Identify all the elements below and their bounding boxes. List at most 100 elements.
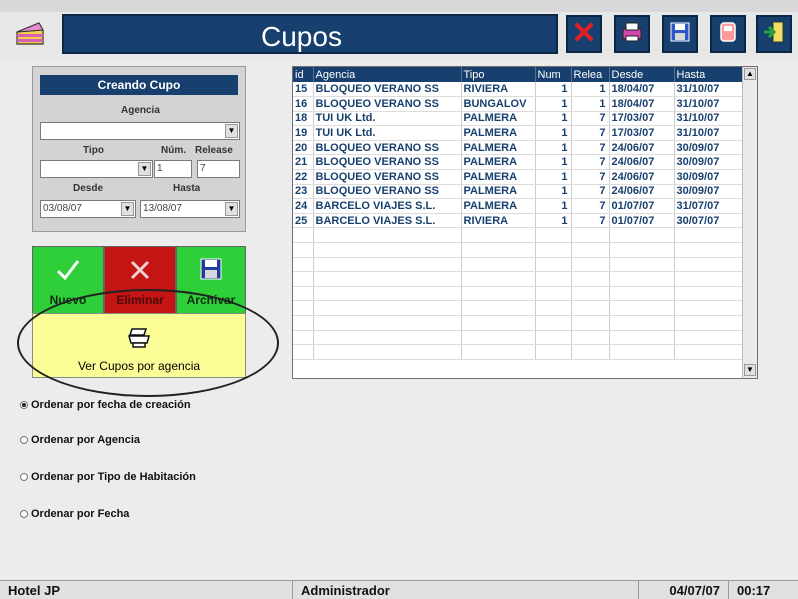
radio-icon[interactable] <box>20 436 28 444</box>
table-cell <box>674 271 744 287</box>
document-button[interactable] <box>710 15 746 53</box>
tipo-label: Tipo <box>83 145 104 156</box>
chevron-down-icon[interactable]: ▼ <box>121 202 134 216</box>
doc-icon <box>717 21 739 48</box>
save-button[interactable] <box>662 15 698 53</box>
table-cell: BARCELO VIAJES S.L. <box>313 198 462 214</box>
table-row-empty[interactable] <box>293 227 744 244</box>
column-header-hasta[interactable]: Hasta <box>674 67 744 82</box>
sort-option-agencia[interactable]: Ordenar por Agencia <box>20 434 140 446</box>
floppy-disk-icon <box>177 257 245 281</box>
table-cell: BLOQUEO VERANO SS <box>313 140 462 156</box>
table-row[interactable]: 24 BARCELO VIAJES S.L. PALMERA 1 7 01/07/07 31… <box>293 198 744 214</box>
archivar-button[interactable]: Archivar <box>176 246 246 314</box>
table-cell <box>293 330 314 346</box>
table-cell: 1 <box>535 169 572 185</box>
column-header-id[interactable]: id <box>293 67 314 82</box>
table-cell: 20 <box>293 140 314 156</box>
ver-cupos-por-agencia-button[interactable]: Ver Cupos por agencia <box>32 313 246 378</box>
table-cell <box>674 315 744 331</box>
table-cell: 7 <box>571 154 610 171</box>
tipo-select[interactable]: ▼ <box>40 160 153 178</box>
chevron-down-icon[interactable]: ▼ <box>225 202 238 216</box>
table-row[interactable]: 23 BLOQUEO VERANO SS PALMERA 1 7 24/06/07 30/0… <box>293 184 744 200</box>
release-input[interactable]: 7 <box>197 160 240 178</box>
nuevo-button[interactable]: Nuevo <box>32 246 104 314</box>
table-row-empty[interactable] <box>293 271 744 287</box>
print-icon <box>620 21 644 48</box>
table-row[interactable]: 19 TUI UK Ltd. PALMERA 1 7 17/03/07 31/10/07 <box>293 125 744 141</box>
table-row-empty[interactable] <box>293 257 744 273</box>
hasta-date-picker[interactable]: 13/08/07 ▼ <box>140 200 240 218</box>
table-cell <box>571 315 610 331</box>
delete-button[interactable] <box>566 15 602 53</box>
column-header-desde[interactable]: Desde <box>609 67 675 82</box>
column-header-release[interactable]: Relea <box>571 67 610 82</box>
num-input[interactable]: 1 <box>154 160 192 178</box>
radio-selected-icon[interactable] <box>20 401 28 409</box>
column-header-num[interactable]: Num <box>535 67 572 82</box>
table-cell: 01/07/07 <box>609 198 675 214</box>
table-row[interactable]: 21 BLOQUEO VERANO SS PALMERA 1 7 24/06/07 30/0… <box>293 154 744 171</box>
table-cell <box>313 227 462 244</box>
table-row[interactable]: 15 BLOQUEO VERANO SS RIVIERA 1 1 18/04/07 31/1… <box>293 82 744 98</box>
table-cell <box>535 286 572 302</box>
exit-button[interactable] <box>756 15 792 53</box>
print-button[interactable] <box>614 15 650 53</box>
table-row-empty[interactable] <box>293 242 744 258</box>
table-cell: PALMERA <box>461 154 536 171</box>
table-header-row: id Agencia Tipo Num Relea Desde Hasta <box>293 67 744 82</box>
sort-option-tipo-habitacion[interactable]: Ordenar por Tipo de Habitación <box>20 471 196 483</box>
chevron-down-icon[interactable]: ▼ <box>225 124 238 138</box>
desde-date-picker[interactable]: 03/08/07 ▼ <box>40 200 136 218</box>
table-cell <box>674 300 744 316</box>
table-scrollbar[interactable]: ▲ ▼ <box>742 67 757 378</box>
agencia-select[interactable]: ▼ <box>40 122 240 140</box>
column-header-tipo[interactable]: Tipo <box>461 67 536 82</box>
table-cell <box>293 227 314 244</box>
table-row-empty[interactable] <box>293 300 744 316</box>
table-cell <box>461 344 536 360</box>
table-cell <box>571 227 610 244</box>
table-cell <box>535 242 572 258</box>
radio-icon[interactable] <box>20 473 28 481</box>
chevron-down-icon[interactable]: ▼ <box>138 162 151 176</box>
table-cell <box>313 315 462 331</box>
table-cell: BARCELO VIAJES S.L. <box>313 213 462 229</box>
table-cell <box>461 300 536 316</box>
table-row[interactable]: 16 BLOQUEO VERANO SS BUNGALOV 1 1 18/04/07 31/… <box>293 96 744 112</box>
table-cell <box>674 286 744 302</box>
hasta-label: Hasta <box>173 183 201 194</box>
table-row-empty[interactable] <box>293 330 744 346</box>
table-row[interactable]: 22 BLOQUEO VERANO SS PALMERA 1 7 24/06/07 30/0… <box>293 169 744 185</box>
eliminar-label: Eliminar <box>116 293 164 307</box>
table-row[interactable]: 18 TUI UK Ltd. PALMERA 1 7 17/03/07 31/10/07 <box>293 111 744 127</box>
sort-option-fecha[interactable]: Ordenar por Fecha <box>20 508 129 520</box>
cupos-table[interactable]: id Agencia Tipo Num Relea Desde Hasta 15… <box>292 66 758 379</box>
table-cell <box>571 271 610 287</box>
scroll-up-icon[interactable]: ▲ <box>744 68 756 80</box>
table-cell <box>609 286 675 302</box>
table-cell: BLOQUEO VERANO SS <box>313 169 462 185</box>
table-row-empty[interactable] <box>293 286 744 302</box>
table-cell <box>571 300 610 316</box>
table-row-empty[interactable] <box>293 315 744 331</box>
scroll-down-icon[interactable]: ▼ <box>744 364 756 376</box>
table-cell: 31/10/07 <box>674 125 744 141</box>
table-row[interactable]: 20 BLOQUEO VERANO SS PALMERA 1 7 24/06/07 30/0… <box>293 140 744 156</box>
eliminar-button[interactable]: Eliminar <box>104 246 176 314</box>
table-cell <box>674 227 744 244</box>
table-cell: 7 <box>571 184 610 200</box>
table-row-empty[interactable] <box>293 344 744 360</box>
table-cell: 30/09/07 <box>674 169 744 185</box>
column-header-agencia[interactable]: Agencia <box>313 67 462 82</box>
table-row[interactable]: 25 BARCELO VIAJES S.L. RIVIERA 1 7 01/07/07 30… <box>293 213 744 229</box>
radio-icon[interactable] <box>20 510 28 518</box>
table-cell: 30/09/07 <box>674 154 744 171</box>
table-cell: 17/03/07 <box>609 111 675 127</box>
sort-option-fecha-creacion[interactable]: Ordenar por fecha de creación <box>20 399 191 411</box>
table-cell <box>293 257 314 273</box>
num-label: Núm. <box>161 145 186 156</box>
user-role: Administrador <box>293 581 639 599</box>
table-cell: PALMERA <box>461 111 536 127</box>
